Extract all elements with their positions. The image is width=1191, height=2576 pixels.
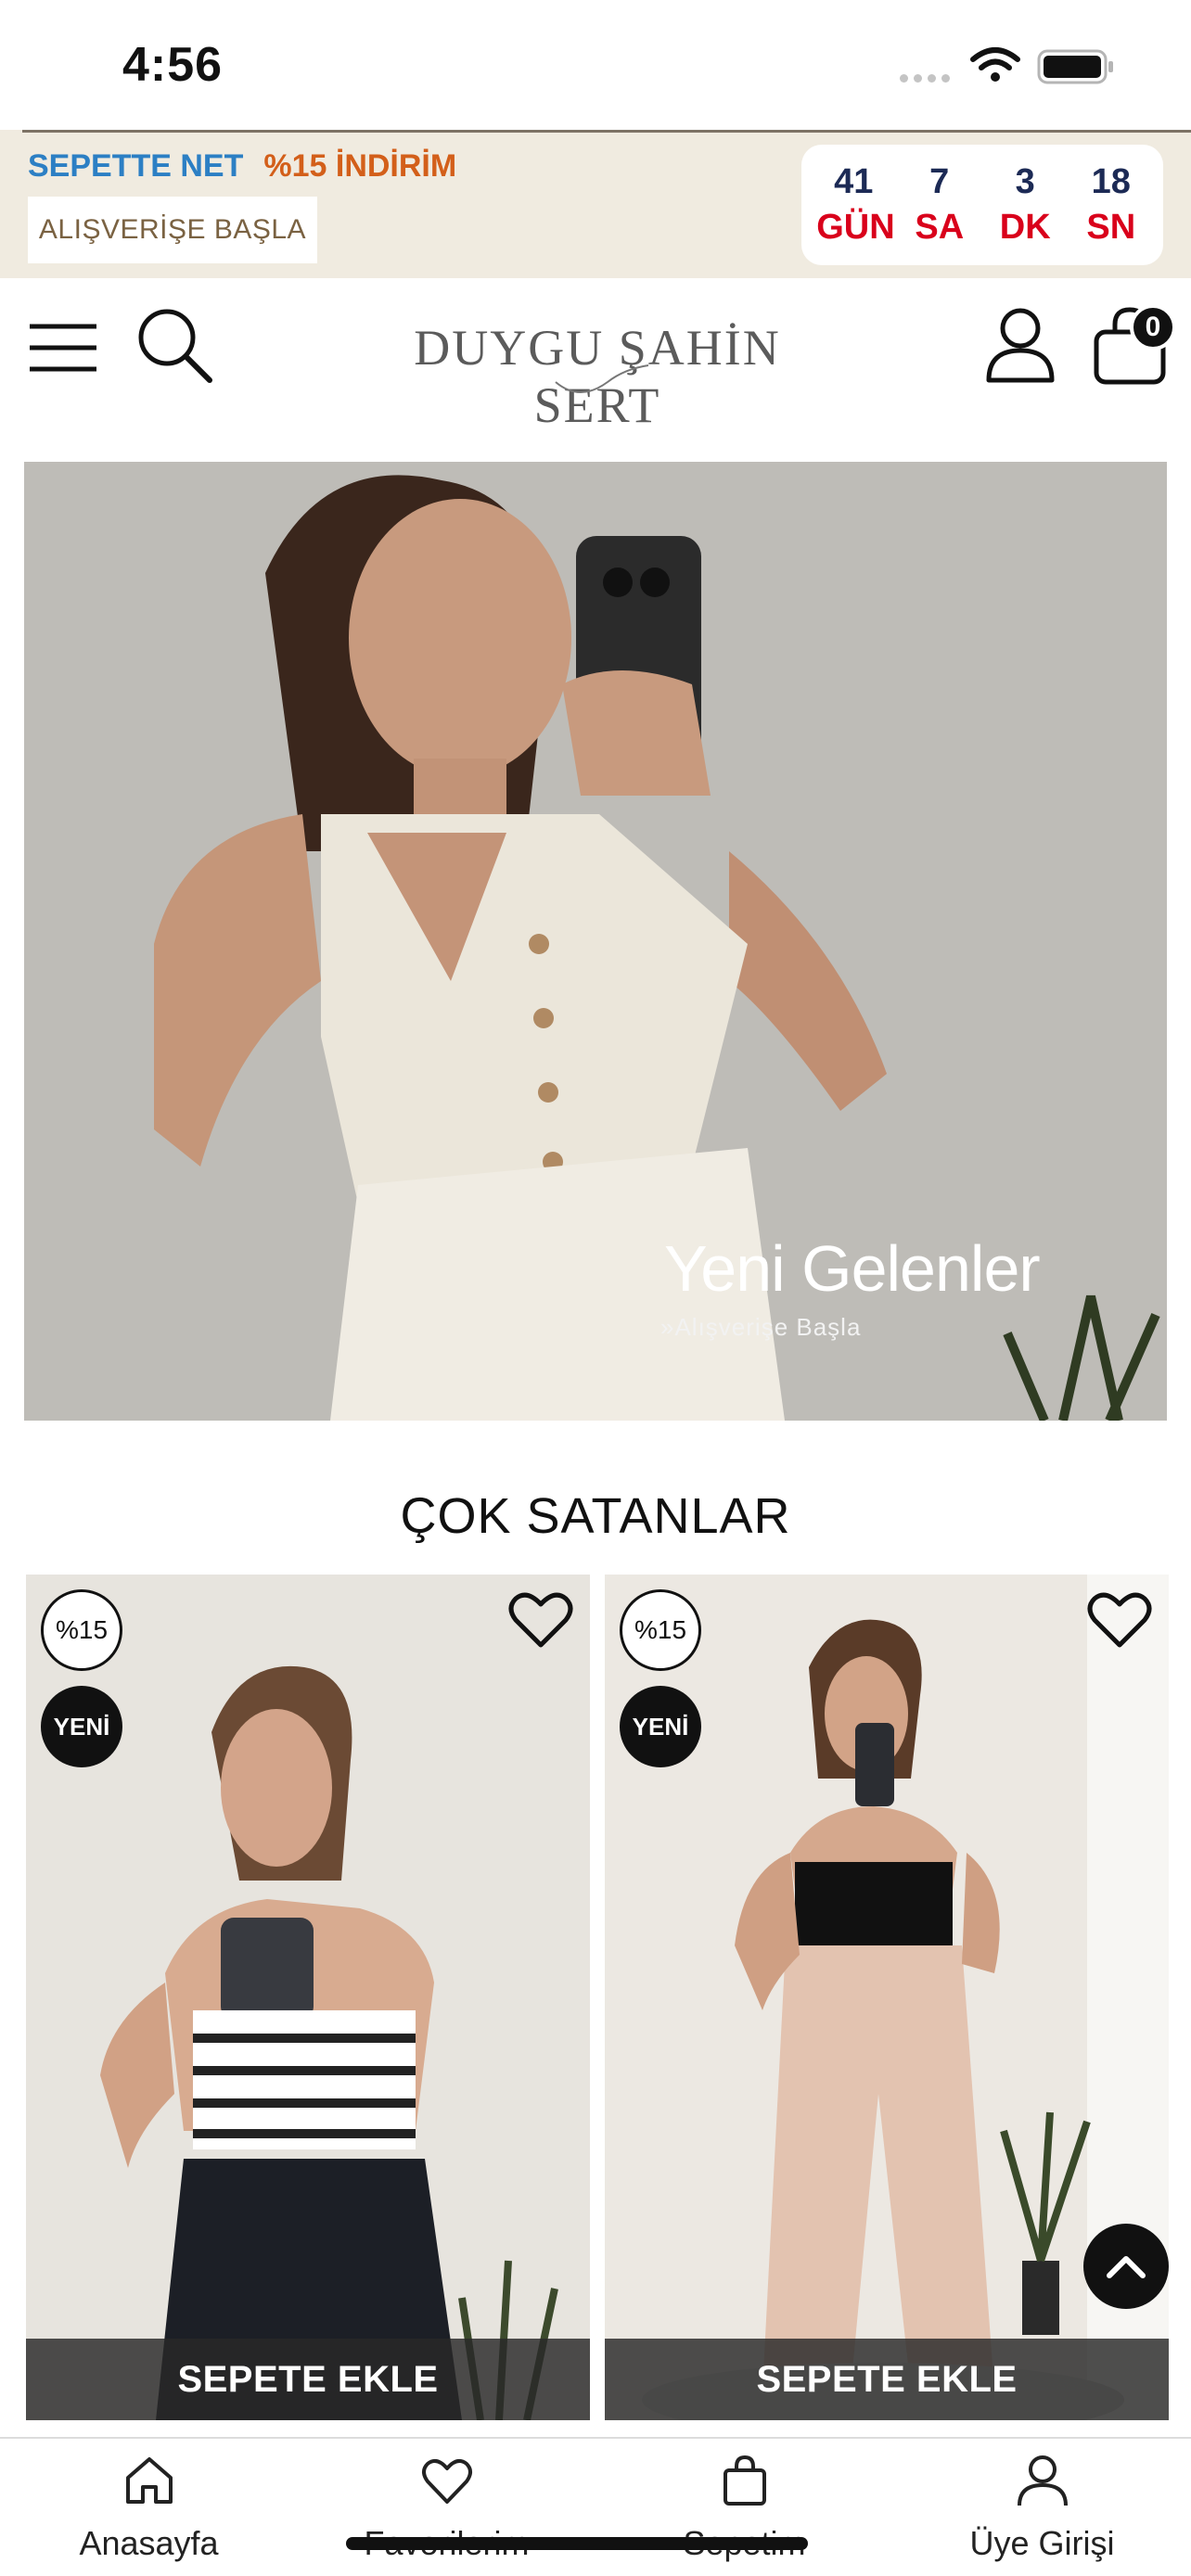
- product-card[interactable]: %15 YENİ SEPETE EKLE: [605, 1575, 1169, 2420]
- site-header: DUYGU ŞAHİN SERT 0: [0, 278, 1191, 433]
- tab-favorites[interactable]: Favorilerim: [298, 2439, 596, 2576]
- new-badge: YENİ: [41, 1686, 122, 1767]
- cart-count-badge: 0: [1130, 304, 1176, 351]
- status-time: 4:56: [122, 38, 224, 92]
- countdown-minutes-value: 3: [1015, 162, 1035, 201]
- cellular-signal-icon: [900, 74, 950, 83]
- section-title-bestsellers: ÇOK SATANLAR: [400, 1488, 791, 1544]
- tab-cart[interactable]: Sepetim: [596, 2439, 893, 2576]
- promo-title: SEPETTE NET %15 İNDİRİM: [28, 148, 456, 185]
- discount-badge: %15: [620, 1589, 701, 1671]
- battery-icon: [1037, 49, 1113, 84]
- home-icon: [126, 2457, 173, 2504]
- promo-banner: SEPETTE NET %15 İNDİRİM ALIŞVERİŞE BAŞLA …: [0, 130, 1191, 278]
- heart-icon[interactable]: [1087, 1591, 1152, 1649]
- tab-home[interactable]: Anasayfa: [0, 2439, 298, 2576]
- status-bar: 4:56: [0, 0, 1191, 130]
- add-to-cart-button[interactable]: SEPETE EKLE: [605, 2339, 1169, 2420]
- add-to-cart-button[interactable]: SEPETE EKLE: [26, 2339, 590, 2420]
- countdown-days-label: GÜN: [816, 208, 895, 247]
- heart-icon[interactable]: [508, 1591, 573, 1649]
- chevron-up-icon: [1107, 2256, 1146, 2278]
- heart-icon: [422, 2458, 472, 2504]
- home-indicator[interactable]: [346, 2537, 808, 2550]
- countdown-seconds-label: SN: [1086, 208, 1136, 247]
- countdown-hours-value: 7: [929, 162, 950, 201]
- user-account-icon[interactable]: [985, 306, 1056, 384]
- divider: [22, 130, 1191, 133]
- countdown-minutes-label: DK: [999, 208, 1051, 247]
- countdown-days-value: 41: [834, 162, 874, 201]
- scroll-to-top-button[interactable]: [1083, 2224, 1169, 2309]
- countdown-seconds-value: 18: [1091, 162, 1131, 201]
- countdown-seconds: 18 SN: [1074, 159, 1148, 250]
- wifi-icon: [970, 47, 1020, 82]
- hero-title: Yeni Gelenler: [664, 1232, 1041, 1305]
- countdown-timer: 41 GÜN 7 SA 3 DK 18 SN: [801, 145, 1163, 265]
- hero-cta-link[interactable]: »Alışverişe Başla: [660, 1313, 861, 1342]
- promo-label-net: SEPETTE NET: [28, 148, 244, 184]
- menu-icon[interactable]: [28, 323, 98, 373]
- tab-label: Üye Girişi: [969, 2524, 1115, 2562]
- search-icon[interactable]: [135, 306, 213, 384]
- user-icon: [1018, 2455, 1068, 2506]
- logo-swoosh-icon: [555, 364, 649, 393]
- new-badge: YENİ: [620, 1686, 701, 1767]
- tab-label: Anasayfa: [79, 2524, 219, 2562]
- countdown-hours: 7 SA: [903, 159, 977, 250]
- countdown-hours-label: SA: [915, 208, 965, 247]
- hero-banner[interactable]: Yeni Gelenler »Alışverişe Başla: [24, 462, 1167, 1421]
- bag-icon: [724, 2455, 766, 2506]
- tab-login[interactable]: Üye Girişi: [893, 2439, 1191, 2576]
- discount-badge: %15: [41, 1589, 122, 1671]
- start-shopping-button[interactable]: ALIŞVERİŞE BAŞLA: [28, 197, 317, 263]
- bottom-tab-bar: Anasayfa Favorilerim Sepetim Üye Girişi: [0, 2437, 1191, 2576]
- promo-label-discount: %15 İNDİRİM: [263, 148, 457, 184]
- product-card[interactable]: %15 YENİ SEPETE EKLE: [26, 1575, 590, 2420]
- countdown-days: 41 GÜN: [816, 159, 895, 250]
- countdown-minutes: 3 DK: [988, 159, 1062, 250]
